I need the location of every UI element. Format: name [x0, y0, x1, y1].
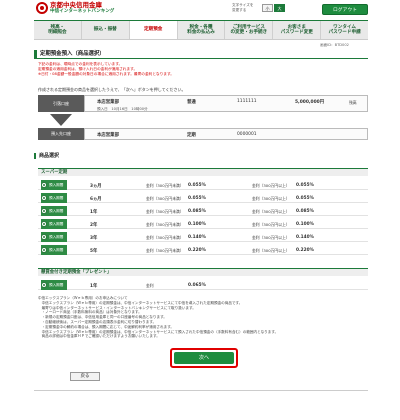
radio-button[interactable] — [41, 195, 47, 201]
notice-line: ※日付・08金額一般金額の対象日の場合に適用されます。最寄の金利となります。 — [38, 72, 174, 76]
rate-over: 0.055% — [296, 182, 314, 188]
nav-onetime-password[interactable]: ワンタイム パスワード申請 — [321, 21, 368, 39]
page-title-bar: 定期預金預入（商品選択） — [34, 50, 368, 59]
rate-condition: 金利 — [146, 283, 154, 288]
radio-button[interactable] — [41, 208, 47, 214]
logout-button[interactable]: ログアウト — [322, 4, 368, 15]
nav-service-change[interactable]: ご利用サービス の変更・お手続き — [225, 21, 274, 39]
nav-balance[interactable]: 残高・ 明細照会 — [34, 21, 82, 39]
rate-under: 0.055% — [188, 195, 206, 201]
rate-under: 0.220% — [188, 247, 206, 253]
header: 京都中央信用金庫 中信インターネットバンキング 文字サイズを 変更する 小 大 … — [0, 0, 400, 18]
main-nav: 残高・ 明細照会 振込・振替 定期預金 税金・各種 料金の払込み ご利用サービス… — [34, 20, 368, 40]
rate-condition-under: 金利（300万円未満） — [146, 248, 184, 253]
back-button[interactable]: 戻る — [70, 372, 100, 381]
present-deposit-title: 懸賞金付き定期預金「プレゼント」 — [38, 268, 368, 276]
page-title: 定期預金預入（商品選択） — [40, 51, 105, 57]
nav-transfer[interactable]: 振込・振替 — [82, 21, 130, 39]
dest-account-row: 預入先口座 本店営業部 定期 0000001 — [38, 128, 368, 140]
product-section-title: 商品選択 — [34, 153, 368, 159]
rate-over: 0.085% — [296, 208, 314, 214]
rate-over: 0.140% — [296, 234, 314, 240]
product-term: 3年 — [90, 235, 98, 241]
rate-over: 0.220% — [296, 247, 314, 253]
bank-logo[interactable]: 京都中央信用金庫 中信インターネットバンキング — [36, 2, 114, 15]
bank-logo-icon — [36, 2, 48, 14]
source-branch: 本店営業部 — [97, 100, 119, 105]
rate-condition-under: 金利（300万円未満） — [146, 196, 184, 201]
rate-condition-over: 金利（300万円以上） — [252, 222, 290, 227]
rate-condition-under: 金利（300万円未満） — [146, 209, 184, 214]
product-row[interactable]: 預入期間 6ヵ月 金利（300万円未満） 0.055% 金利（300万円以上） … — [38, 193, 368, 203]
source-balance: 5,000,000円 — [295, 100, 325, 105]
rate-condition-over: 金利（300万円以上） — [252, 209, 290, 214]
note-line: 商品の詳細は中信金庫ＨＰでご確認いただけますようお願いいたします。 — [38, 334, 160, 339]
radio-button[interactable] — [41, 221, 47, 227]
dest-account-label: 預入先口座 — [38, 128, 84, 140]
product-row[interactable]: 預入期間 1年 金利（300万円未満） 0.085% 金利（300万円以上） 0… — [38, 206, 368, 216]
font-size-label: 文字サイズを 変更する — [232, 3, 254, 12]
next-button-frame: 次へ — [170, 348, 238, 368]
next-button[interactable]: 次へ — [174, 352, 234, 364]
rate-condition-under: 金利（300万円未満） — [146, 235, 184, 240]
rate-condition-over: 金利（300万円以上） — [252, 183, 290, 188]
nav-password[interactable]: お客さま パスワード変更 — [273, 21, 322, 39]
product-term: 1年 — [90, 283, 98, 289]
rate-over: 0.100% — [296, 221, 314, 227]
product-row[interactable]: 預入期間 1年 金利 0.065% — [38, 280, 368, 290]
rate-under: 0.140% — [188, 234, 206, 240]
product-term: 3ヵ月 — [90, 183, 102, 189]
rate-under: 0.085% — [188, 208, 206, 214]
source-account-label: 引落口座 — [38, 95, 84, 112]
rate-condition-over: 金利（300万円以上） — [252, 235, 290, 240]
rate-condition-over: 金利（300万円以上） — [252, 196, 290, 201]
source-number: 1111111 — [237, 99, 257, 104]
product-row[interactable]: 預入期間 3ヵ月 金利（300万円未満） 0.055% 金利（300万円以上） … — [38, 180, 368, 190]
product-term: 2年 — [90, 222, 98, 228]
screen-id: 画面ID：BTD002 — [320, 43, 349, 47]
source-account-info: 本店営業部 普通 1111111 5,000,000円 残高 預入日 10月16… — [84, 95, 368, 112]
font-large-button[interactable]: 大 — [274, 4, 285, 12]
notes-section: 中信エックスプラン（Ｗｅｂ専用）のお申込みについて 中信エックスプラン（Ｗｅｂ専… — [38, 296, 368, 339]
source-account-row: 引落口座 本店営業部 普通 1111111 5,000,000円 残高 預入日 … — [38, 95, 368, 112]
instruction-text: 作成される定期預金の商品を選択したうえで、「次へ」ボタンを押してください。 — [38, 87, 186, 92]
product-term: 5年 — [90, 248, 98, 254]
product-row[interactable]: 預入期間 3年 金利（300万円未満） 0.140% 金利（300万円以上） 0… — [38, 232, 368, 242]
product-row[interactable]: 預入期間 2年 金利（300万円未満） 0.100% 金利（300万円以上） 0… — [38, 219, 368, 229]
nav-payments[interactable]: 税金・各種 料金の払込み — [178, 21, 226, 39]
rate-under: 0.055% — [188, 182, 206, 188]
rate-value: 0.065% — [188, 282, 206, 288]
super-deposit-title: スーパー定期 — [38, 168, 368, 176]
service-name: 中信インターネットバンキング — [50, 9, 115, 14]
radio-button[interactable] — [41, 182, 47, 188]
payment-date: 預入日 10月16日 10時00分 — [97, 106, 148, 111]
radio-button[interactable] — [41, 234, 47, 240]
bank-name: 京都中央信用金庫 — [50, 1, 102, 9]
rate-condition-over: 金利（300万円以上） — [252, 248, 290, 253]
radio-button[interactable] — [41, 282, 47, 288]
nav-time-deposit[interactable]: 定期預金 — [129, 21, 178, 39]
rate-notice: 下記の金利は、現時点での金利を表示しています。 定期預金の適用金利は、預け入れ日… — [38, 62, 368, 77]
product-row[interactable]: 預入期間 5年 金利（300万円未満） 0.220% 金利（300万円以上） 0… — [38, 245, 368, 255]
product-term: 1年 — [90, 209, 98, 215]
rate-under: 0.100% — [188, 221, 206, 227]
font-small-button[interactable]: 小 — [262, 4, 273, 12]
dest-account-info: 本店営業部 定期 0000001 — [84, 128, 368, 140]
source-type: 普通 — [187, 100, 196, 105]
source-balance-unit: 残高 — [349, 99, 357, 105]
radio-button[interactable] — [41, 247, 47, 253]
rate-condition-under: 金利（300万円未満） — [146, 222, 184, 227]
footer-divider — [34, 390, 368, 391]
dest-branch: 本店営業部 — [97, 133, 119, 138]
dest-number: 0000001 — [237, 132, 257, 137]
dest-type: 定期 — [187, 133, 196, 138]
rate-condition-under: 金利（300万円未満） — [146, 183, 184, 188]
product-term: 6ヵ月 — [90, 196, 102, 202]
arrow-down-icon — [50, 114, 72, 126]
rate-over: 0.055% — [296, 195, 314, 201]
